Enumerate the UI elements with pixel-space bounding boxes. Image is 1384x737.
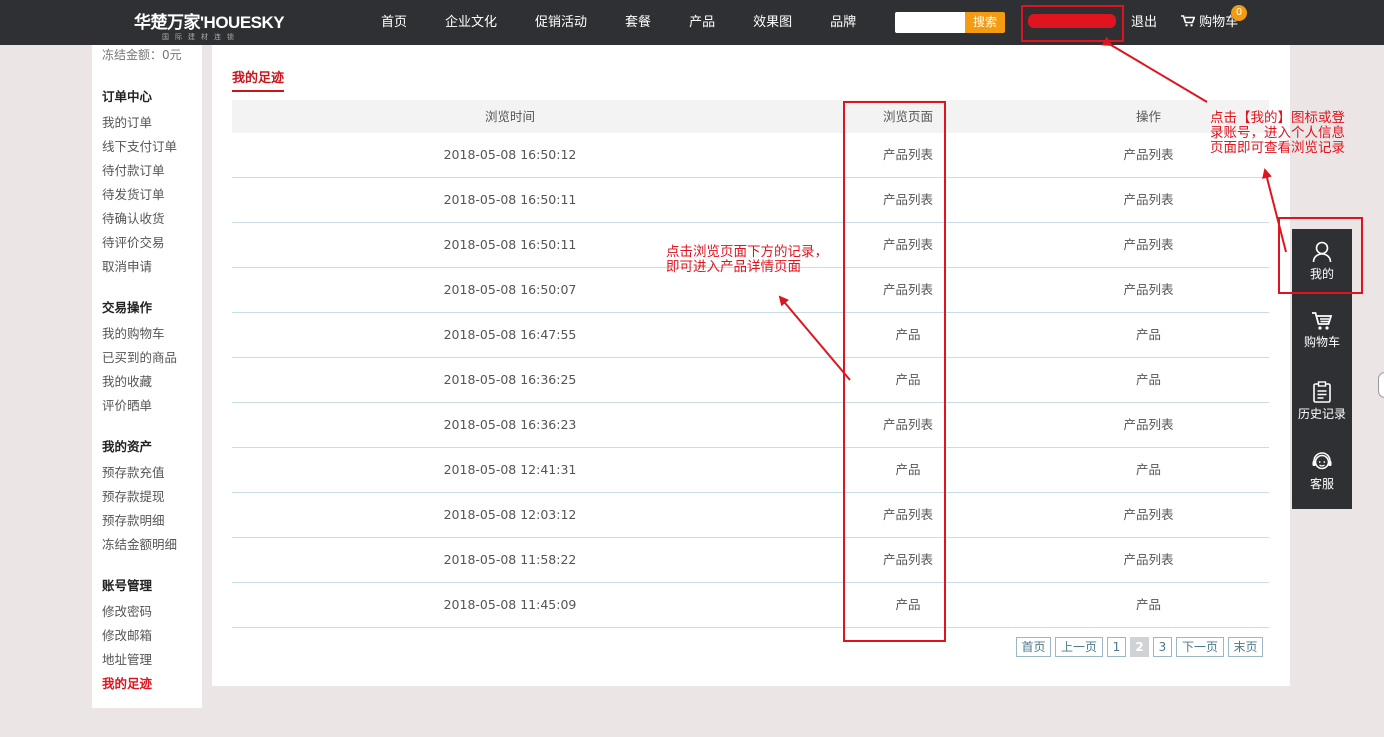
frozen-amount: 冻结金额：0元 [102, 48, 182, 62]
float-cart-button[interactable]: 购物车 [1292, 299, 1352, 369]
cell-browse-time: 2018-05-08 16:47:55 [443, 327, 577, 342]
nav-renderings[interactable]: 效果图 [753, 0, 792, 45]
table-header: 浏览时间 浏览页面 操作 [232, 100, 1269, 133]
cell-action[interactable]: 产品 [1028, 358, 1269, 402]
cell-browse-time: 2018-05-08 11:58:22 [443, 552, 577, 567]
nav-package[interactable]: 套餐 [625, 0, 651, 45]
logout-link[interactable]: 退出 [1131, 0, 1157, 45]
logo-text: 华楚万家'HOUESKY [134, 13, 285, 32]
group-title-orders: 订单中心 [102, 89, 153, 104]
cell-action[interactable]: 产品 [1028, 448, 1269, 492]
cell-action[interactable]: 产品列表 [1028, 178, 1269, 222]
table-row[interactable]: 2018-05-08 12:03:12 产品列表 产品列表 [232, 493, 1269, 538]
cell-action[interactable]: 产品列表 [1028, 538, 1269, 582]
sidebar-item-change-password[interactable]: 修改密码 [102, 601, 152, 620]
nav-products[interactable]: 产品 [689, 0, 715, 45]
float-service-label: 客服 [1309, 477, 1334, 491]
table-row[interactable]: 2018-05-08 16:36:23 产品列表 产品列表 [232, 403, 1269, 448]
annotation-box-my [1278, 217, 1363, 294]
sidebar-item-my-orders[interactable]: 我的订单 [102, 112, 152, 131]
cart-link[interactable]: 购物车 [1181, 0, 1238, 45]
sidebar-item-change-email[interactable]: 修改邮箱 [102, 625, 152, 644]
annotation-center-note: 点击浏览页面下方的记录，即可进入产品详情页面 [666, 244, 828, 275]
sidebar-item-address[interactable]: 地址管理 [102, 649, 152, 668]
column-header-time: 浏览时间 [484, 109, 535, 124]
cell-action[interactable]: 产品 [1028, 583, 1269, 627]
cell-browse-time: 2018-05-08 16:36:25 [443, 372, 577, 387]
float-service-button[interactable]: 客服 [1292, 439, 1352, 509]
main-nav: 首页 企业文化 促销活动 套餐 产品 效果图 品牌 [372, 0, 856, 45]
main-panel: 我的足迹 浏览时间 浏览页面 操作 2018-05-08 16:50:12 产品列… [212, 45, 1290, 686]
sidebar-item-pending-shipment[interactable]: 待发货订单 [102, 184, 165, 203]
logo-subtitle: 国际建材连锁 [162, 33, 240, 41]
page-last-button[interactable]: 末页 [1228, 637, 1263, 657]
page-next-button[interactable]: 下一页 [1176, 637, 1224, 657]
page-3-button[interactable]: 3 [1153, 637, 1172, 657]
sidebar-item-withdraw[interactable]: 预存款提现 [102, 486, 165, 505]
float-history-button[interactable]: 历史记录 [1292, 369, 1352, 439]
pagination: 首页 上一页 1 2 3 下一页 末页 [1016, 637, 1267, 657]
table-row[interactable]: 2018-05-08 16:47:55 产品 产品 [232, 313, 1269, 358]
sidebar-item-reviews[interactable]: 评价晒单 [102, 395, 152, 414]
search-input[interactable] [895, 12, 965, 33]
account-sidebar: 冻结金额：0元 订单中心 我的订单 线下支付订单 待付款订单 待发货订单 待确认… [92, 45, 202, 708]
sidebar-item-deposit-detail[interactable]: 预存款明细 [102, 510, 165, 529]
nav-home[interactable]: 首页 [381, 0, 407, 45]
page-first-button[interactable]: 首页 [1016, 637, 1051, 657]
table-row[interactable]: 2018-05-08 11:45:09 产品 产品 [232, 583, 1269, 628]
cart-count-badge: 0 [1231, 5, 1247, 21]
page-1-button[interactable]: 1 [1107, 637, 1126, 657]
customer-service-icon [1312, 452, 1332, 470]
cell-action[interactable]: 产品列表 [1028, 493, 1269, 537]
page-title: 我的足迹 [232, 67, 285, 92]
sidebar-item-pending-payment[interactable]: 待付款订单 [102, 160, 165, 179]
search-button[interactable]: 搜索 [965, 12, 1005, 33]
table-row[interactable]: 2018-05-08 16:36:25 产品 产品 [232, 358, 1269, 403]
group-title-trade: 交易操作 [102, 300, 153, 315]
site-logo[interactable]: 华楚万家'HOUESKY 国际建材连锁 [134, 8, 309, 42]
cell-browse-time: 2018-05-08 12:41:31 [443, 462, 577, 477]
annotation-box-account [1021, 5, 1124, 42]
group-title-account: 账号管理 [102, 578, 153, 593]
cell-browse-time: 2018-05-08 11:45:09 [443, 597, 577, 612]
table-row[interactable]: 2018-05-08 11:58:22 产品列表 产品列表 [232, 538, 1269, 583]
nav-brands[interactable]: 品牌 [830, 0, 856, 45]
table-row[interactable]: 2018-05-08 16:50:11 产品列表 产品列表 [232, 178, 1269, 223]
cell-action[interactable]: 产品列表 [1028, 223, 1269, 267]
cell-browse-time: 2018-05-08 12:03:12 [443, 507, 577, 522]
top-navbar: 华楚万家'HOUESKY 国际建材连锁 首页 企业文化 促销活动 套餐 产品 效… [0, 0, 1384, 45]
annotation-right-note: 点击【我的】图标或登录账号，进入个人信息页面即可查看浏览记录 [1210, 110, 1345, 156]
cell-browse-time: 2018-05-08 16:50:12 [443, 147, 577, 162]
cart-icon [1312, 312, 1333, 330]
page-2-button[interactable]: 2 [1130, 637, 1149, 657]
table-row[interactable]: 2018-05-08 16:50:12 产品列表 产品列表 [232, 133, 1269, 178]
sidebar-item-my-cart[interactable]: 我的购物车 [102, 323, 165, 342]
cell-browse-time: 2018-05-08 16:36:23 [443, 417, 577, 432]
scroll-top-button[interactable] [1378, 372, 1384, 398]
sidebar-item-pending-receipt[interactable]: 待确认收货 [102, 208, 165, 227]
table-row[interactable]: 2018-05-08 12:41:31 产品 产品 [232, 448, 1269, 493]
sidebar-item-favorites[interactable]: 我的收藏 [102, 371, 152, 390]
cell-action[interactable]: 产品列表 [1028, 403, 1269, 447]
group-title-assets: 我的资产 [102, 439, 153, 454]
cell-action[interactable]: 产品列表 [1028, 268, 1269, 312]
sidebar-item-cancel-request[interactable]: 取消申请 [102, 256, 152, 275]
nav-promotion[interactable]: 促销活动 [535, 0, 587, 45]
nav-culture[interactable]: 企业文化 [445, 0, 497, 45]
sidebar-item-purchased[interactable]: 已买到的商品 [102, 347, 177, 366]
cell-action[interactable]: 产品 [1028, 313, 1269, 357]
float-history-label: 历史记录 [1297, 407, 1346, 421]
cart-icon [1181, 15, 1196, 27]
page-prev-button[interactable]: 上一页 [1055, 637, 1103, 657]
cell-browse-time: 2018-05-08 16:50:11 [443, 192, 577, 207]
sidebar-item-offline-orders[interactable]: 线下支付订单 [102, 136, 177, 155]
sidebar-item-pending-review[interactable]: 待评价交易 [102, 232, 165, 251]
sidebar-item-frozen-detail[interactable]: 冻结金额明细 [102, 534, 177, 553]
history-icon [1313, 381, 1331, 403]
sidebar-item-footprint[interactable]: 我的足迹 [102, 673, 152, 692]
sidebar-item-deposit[interactable]: 预存款充值 [102, 462, 165, 481]
float-cart-label: 购物车 [1303, 335, 1340, 349]
annotation-box-page-column [843, 101, 946, 642]
